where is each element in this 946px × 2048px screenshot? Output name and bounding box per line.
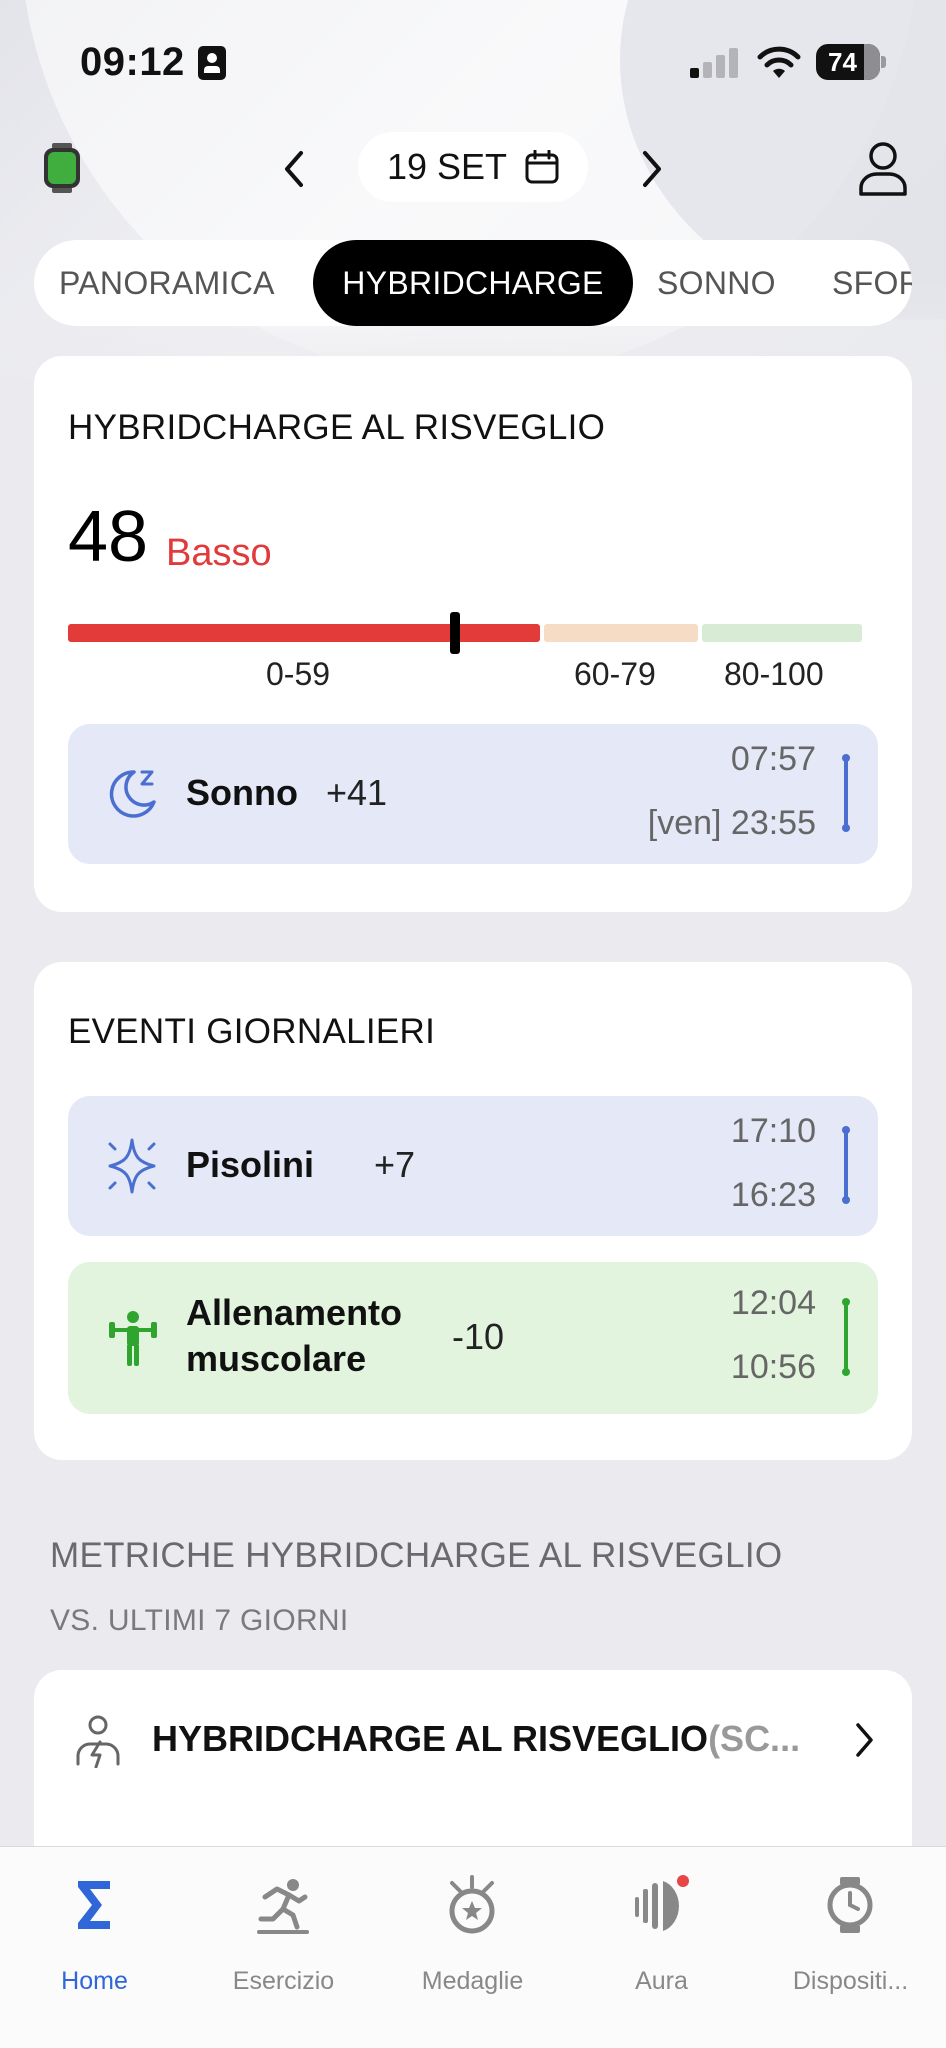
nav-medals-label: Medaglie [421, 1967, 524, 1995]
score-level-label: Basso [166, 532, 272, 574]
nap-end-time: 17:10 [730, 1112, 816, 1150]
nav-home[interactable]: Home [0, 1867, 189, 2007]
range-label-mid: 60-79 [574, 656, 656, 692]
range-bar-low [68, 624, 540, 642]
sleep-end-time: 07:57 [730, 740, 816, 778]
strength-training-row[interactable]: Allenamento muscolare -10 12:04 10:56 [68, 1262, 878, 1414]
metric-wake-hybridcharge-item[interactable]: HYBRIDCHARGE AL RISVEGLIO(SC... [34, 1670, 912, 1870]
previous-day-button[interactable] [274, 146, 314, 192]
chevron-right-icon [643, 151, 661, 187]
range-label-high: 80-100 [724, 656, 824, 692]
battery-level: 74 [828, 46, 857, 77]
sleep-label: Sonno [186, 772, 298, 813]
status-time: 09:12 [80, 40, 185, 84]
tab-panoramica[interactable]: PANORAMICA [59, 240, 275, 326]
id-card-icon [198, 46, 226, 80]
calendar-icon [525, 150, 559, 184]
weightlifter-icon [109, 1311, 157, 1366]
strength-delta: -10 [452, 1316, 505, 1357]
range-bar-high [702, 624, 862, 642]
nap-start-time: 16:23 [730, 1176, 816, 1214]
moon-icon [109, 770, 156, 818]
next-day-button[interactable] [632, 146, 672, 192]
sleep-row[interactable]: Sonno +41 07:57 [ven] 23:55 [68, 724, 878, 864]
sleep-start-time: [ven] 23:55 [647, 804, 816, 842]
nav-devices[interactable]: Dispositi... [756, 1867, 945, 2007]
person-charge-icon [76, 1715, 120, 1768]
timeline-line [844, 1304, 848, 1370]
date-picker-button[interactable]: 19 SET [358, 132, 588, 202]
aura-icon [635, 1875, 689, 1931]
card-title: HYBRIDCHARGE AL RISVEGLIO [68, 408, 606, 447]
nav-exercise-label: Esercizio [232, 1967, 335, 1995]
watch-device-icon[interactable] [42, 142, 82, 194]
timeline-dot [842, 824, 850, 832]
timeline-dot [842, 1368, 850, 1376]
nap-label: Pisolini [186, 1144, 315, 1185]
sigma-icon [78, 1881, 110, 1929]
nap-row[interactable]: Pisolini +7 17:10 16:23 [68, 1096, 878, 1236]
range-label-low: 0-59 [266, 656, 331, 692]
runner-icon [257, 1879, 309, 1934]
nap-delta: +7 [374, 1144, 416, 1185]
wifi-icon [757, 46, 801, 78]
metric-item-name: HYBRIDCHARGE AL RISVEGLIO [152, 1718, 709, 1759]
card-title: EVENTI GIORNALIERI [68, 1012, 436, 1051]
score-value: 48 [68, 497, 149, 577]
daily-events-card: EVENTI GIORNALIERI Pisolini +7 17:10 16:… [34, 962, 912, 1460]
cellular-signal-icon [690, 48, 740, 78]
nav-aura[interactable]: Aura [567, 1867, 756, 2007]
chevron-left-icon [285, 151, 303, 187]
date-label: 19 SET [386, 146, 508, 187]
chevron-right-icon [856, 1723, 873, 1757]
battery-icon: 74 [816, 44, 886, 80]
timeline-dot [842, 1196, 850, 1204]
tab-sforzo[interactable]: SFOR [832, 240, 912, 326]
nav-home-label: Home [61, 1967, 128, 1995]
sleep-delta: +41 [326, 772, 388, 813]
nav-exercise[interactable]: Esercizio [189, 1867, 378, 2007]
medal-icon [449, 1875, 495, 1934]
strength-end-time: 12:04 [730, 1284, 816, 1322]
range-bar-mid [544, 624, 698, 642]
sparkle-icon [108, 1138, 156, 1194]
strength-label-line1: Allenamento [186, 1292, 403, 1333]
profile-icon[interactable] [856, 140, 910, 196]
nav-medals[interactable]: Medaglie [378, 1867, 567, 2007]
metrics-section-title: METRICHE HYBRIDCHARGE AL RISVEGLIO [50, 1536, 783, 1575]
metric-item-title: HYBRIDCHARGE AL RISVEGLIO(SC... [152, 1718, 800, 1760]
metric-item-suffix: (SC... [708, 1718, 801, 1759]
tab-sonno[interactable]: SONNO [657, 240, 776, 326]
tab-hybridcharge[interactable]: HYBRIDCHARGE [313, 240, 633, 326]
timeline-line [844, 1132, 848, 1198]
wake-hybridcharge-card: HYBRIDCHARGE AL RISVEGLIO 48 Basso 0-59 … [34, 356, 912, 912]
strength-label-line2: muscolare [186, 1338, 367, 1379]
status-bar: 09:12 74 [0, 0, 946, 120]
watch-icon [827, 1877, 873, 1933]
nav-aura-label: Aura [635, 1967, 688, 1995]
metrics-section-subtitle: VS. ULTIMI 7 GIORNI [50, 1604, 349, 1637]
score-marker [450, 612, 460, 654]
timeline-line [844, 760, 848, 826]
bottom-navigation: Home Esercizio Medaglie Aura Dispositi..… [0, 1846, 946, 2048]
tab-bar: PANORAMICA HYBRIDCHARGE SONNO SFOR [34, 240, 912, 326]
nav-devices-label: Dispositi... [792, 1967, 909, 1995]
strength-start-time: 10:56 [730, 1348, 816, 1386]
